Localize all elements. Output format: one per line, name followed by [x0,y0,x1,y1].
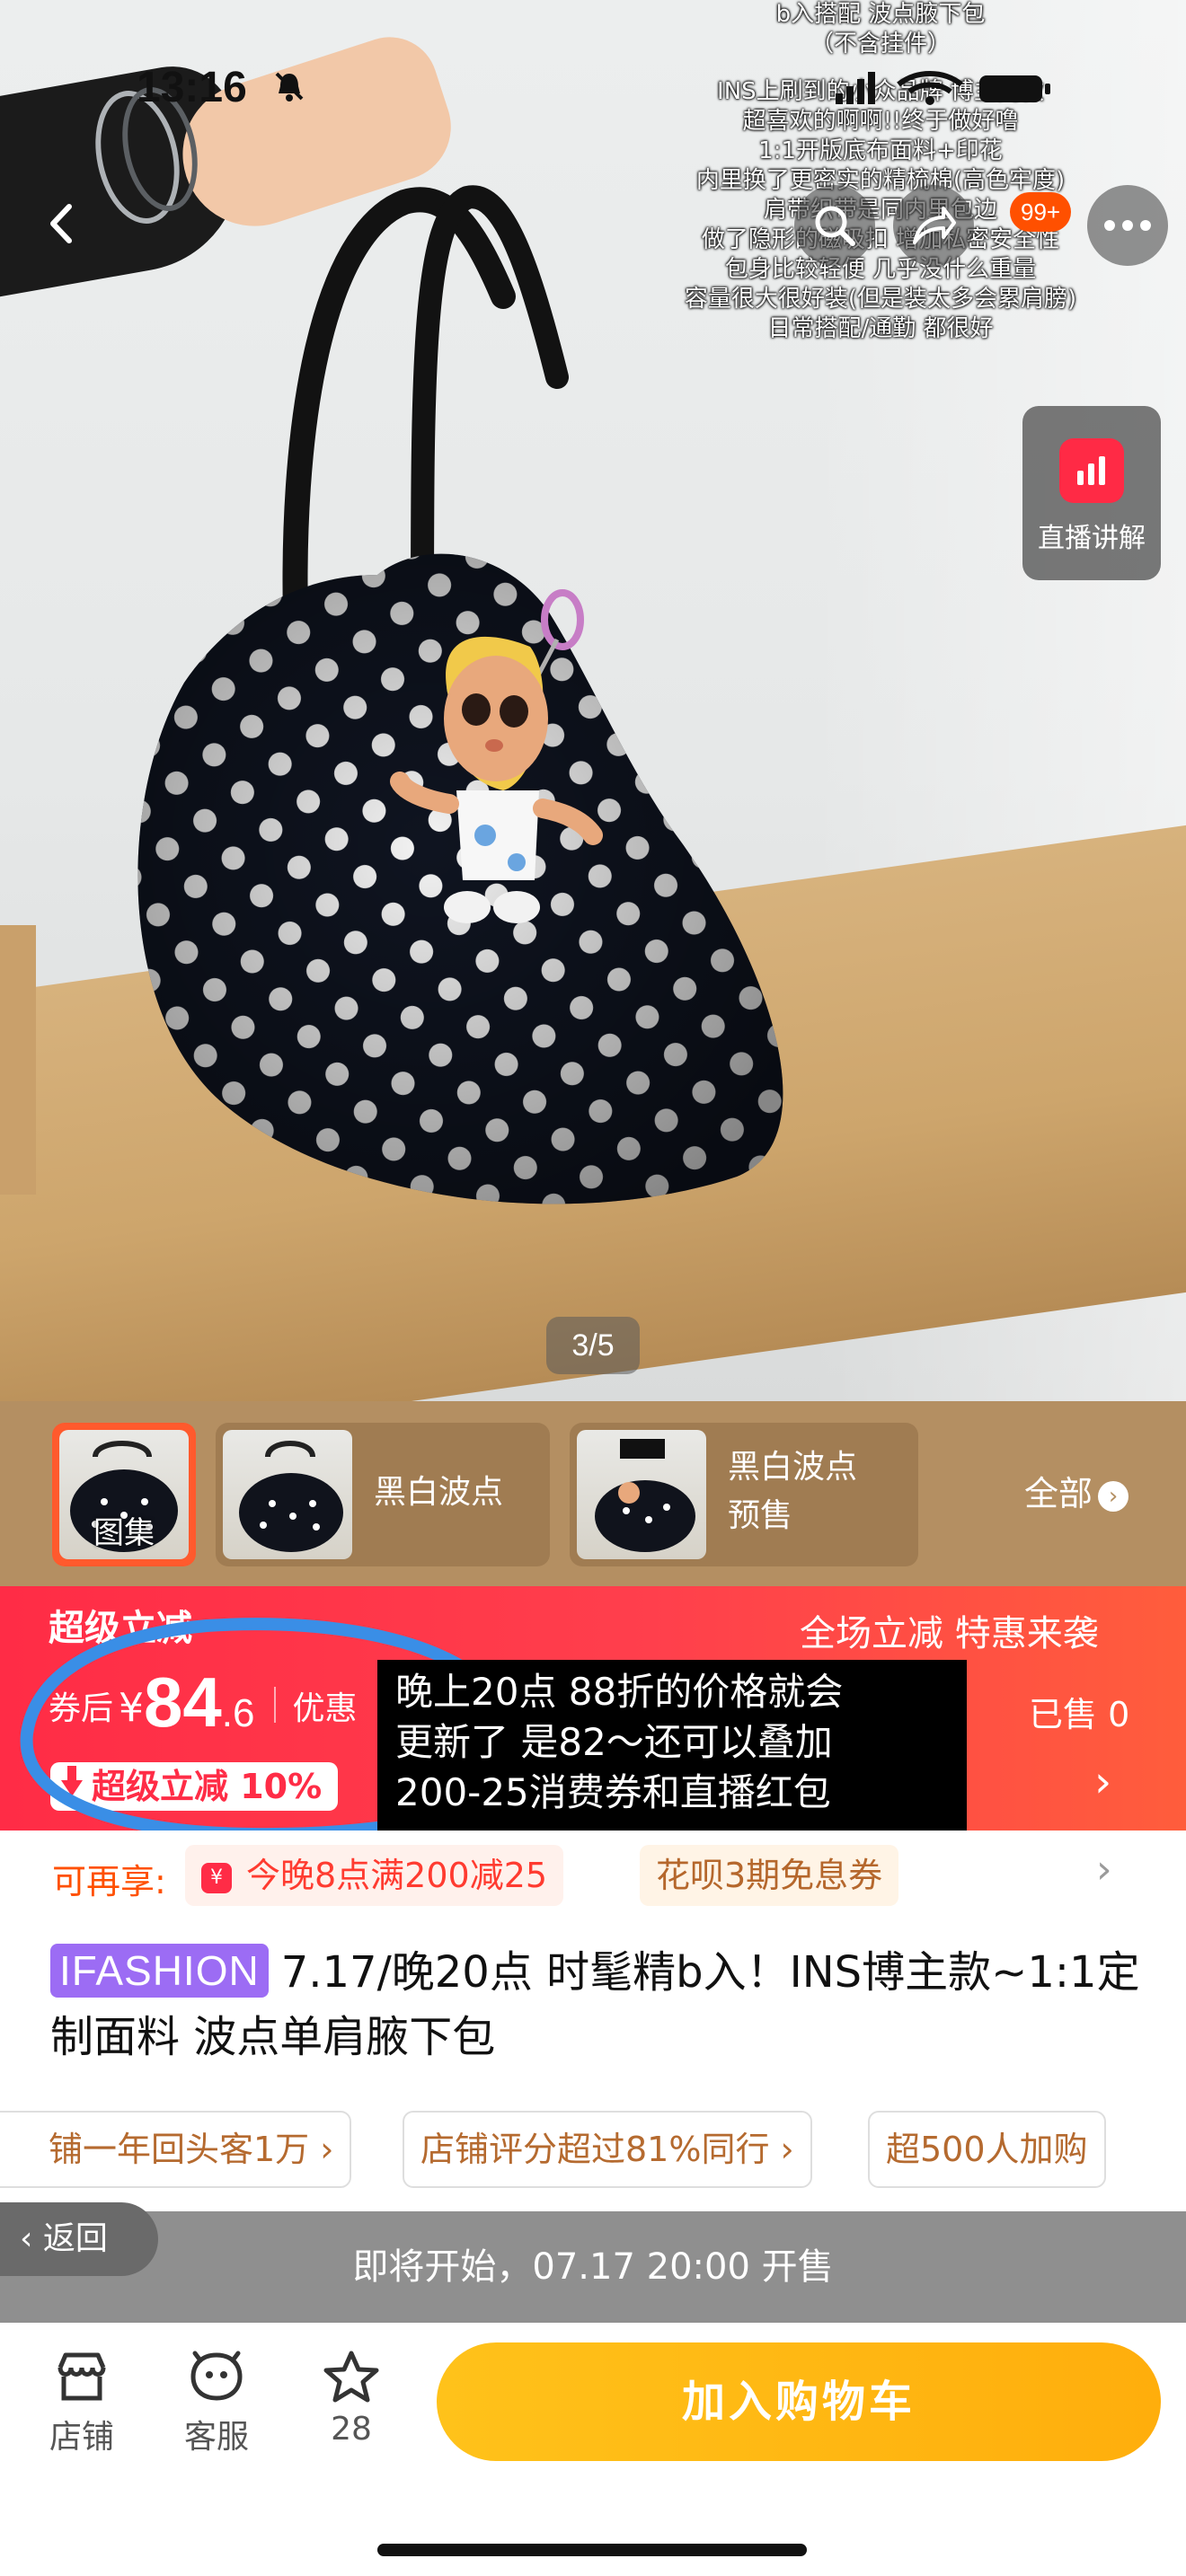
cart-count-badge: 99+ [1010,192,1072,232]
wifi-icon [897,71,963,105]
add-to-cart-button[interactable]: 加入购物车 [437,2342,1161,2461]
chevron-right-icon: › [1094,1757,1112,1807]
chip-repeat-customers[interactable]: 铺一年回头客1万 › [0,2111,352,2188]
live-chart-icon [1059,438,1124,503]
sku-option[interactable]: 黑白波点 预售 [570,1423,918,1566]
share-button[interactable] [893,185,974,266]
annotation-line: 200-25消费券和直播红包 [395,1770,831,1814]
sku-option-label: 黑白波点 [374,1474,504,1511]
chip-add-to-cart-count[interactable]: 超500人加购 [868,2111,1106,2188]
search-button[interactable] [794,185,875,266]
battery-icon [979,75,1050,102]
coupon-tonight[interactable]: ¥ 今晚8点满200减25 [185,1845,564,1906]
bell-mute-icon [275,72,304,101]
annotation-line: 晚上20点 88折的价格就会 [395,1670,844,1714]
customer-service-button[interactable]: 客服 [167,2350,266,2457]
coupon-huabei[interactable]: 花呗3期免息券 [640,1845,899,1906]
caption-line: 容量很大很好装(但是装太多会累肩膀) [684,286,1077,313]
caption-line: 包身比较轻便 几乎没什么重量 [724,256,1037,283]
share-icon [913,207,956,244]
chevron-right-icon: › [1098,1480,1129,1512]
more-dots-icon [1104,220,1151,231]
caption-line: 日常搭配/通勤 都很好 [767,315,994,342]
caption-line: （不含挂件） [810,31,951,57]
sku-option-sublabel: 预售 [728,1497,793,1534]
live-explain-label: 直播讲解 [1038,523,1146,554]
brand-tag: IFASHION [50,1944,269,1998]
thumb-gallery-label: 图集 [93,1515,155,1551]
back-button[interactable] [22,183,102,264]
coupon-icon: ¥ [201,1863,232,1893]
store-icon [58,2352,106,2401]
customer-service-label: 客服 [183,2419,249,2456]
sku-thumbnail-strip: 图集 黑白波点 黑白波点 预售 全部 › [0,1401,1186,1586]
return-button[interactable]: ‹ 返回 [0,2202,158,2276]
shop-highlight-chips: 铺一年回头客1万 › 店铺评分超过81%同行 › 超500人加购 [0,2111,1186,2192]
all-options-link[interactable]: 全部 › [1024,1469,1129,1518]
chevron-left-icon [50,204,72,243]
search-icon [815,206,855,246]
chip-label: 超500人加购 [886,2130,1088,2169]
coupon-row[interactable]: 可再享: ¥ 今晚8点满200减25 花呗3期免息券 › [0,1831,1186,1920]
bottom-action-bar: 店铺 客服 28 加入购物车 [0,2323,1186,2576]
promo-slogan: 全场立减 特惠来袭 [800,1613,1099,1654]
status-time: 13:16 [137,64,247,111]
live-explain-button[interactable]: 直播讲解 [1022,406,1161,580]
star-icon [323,2351,379,2403]
favorite-count: 28 [331,2411,372,2448]
favorite-button[interactable]: 28 [302,2350,401,2448]
sku-option[interactable]: 黑白波点 [216,1423,550,1566]
user-annotation-note: 晚上20点 88折的价格就会 更新了 是82～还可以叠加 200-25消费券和直… [377,1660,967,1845]
coupon-label: 今晚8点满200减25 [246,1856,548,1895]
signal-icon [836,72,875,104]
shop-label: 店铺 [49,2419,114,2456]
chip-shop-rating[interactable]: 店铺评分超过81%同行 › [403,2111,812,2188]
caption-line: 1:1开版底布面料+印花 [758,137,1003,164]
chat-face-icon [190,2351,243,2401]
chip-label: 铺一年回头客1万 [49,2130,310,2169]
sku-option-image [577,1430,706,1559]
caption-line: 超喜欢的啊啊!!终于做好噜 [742,108,1019,135]
extra-benefits-label: 可再享: [52,1862,166,1901]
home-indicator [377,2544,807,2556]
thumb-gallery-image: 图集 [59,1430,189,1559]
status-indicators [836,71,1050,105]
annotation-line: 更新了 是82～还可以叠加 [395,1720,833,1764]
thumb-gallery[interactable]: 图集 [52,1423,196,1566]
return-label: 返回 [42,2220,108,2257]
sku-option-label: 黑白波点 [728,1449,858,1486]
coupon-label: 花呗3期免息券 [656,1856,883,1895]
sold-count: 已售 0 [1029,1695,1130,1734]
image-page-indicator: 3/5 [546,1317,640,1374]
sale-countdown-bar: 即将开始，07.17 20:00 开售 [0,2211,1186,2323]
all-options-label: 全部 [1024,1474,1093,1513]
caption-line: b入搭配 波点腋下包 [775,1,986,28]
chip-label: 店铺评分超过81%同行 [420,2130,770,2169]
sku-option-image [223,1430,352,1559]
hero-caption: b入搭配 波点腋下包 （不含挂件） INS上刷到的小众品牌 博主同款 超喜欢的啊… [629,0,1132,344]
shop-button[interactable]: 店铺 [32,2350,131,2457]
caption-line: 内里换了更密实的精梳棉(高色牢度) [695,167,1066,194]
more-button[interactable] [1087,185,1168,266]
product-title: IFASHION 7.17/晚20点 时髦精b入！INS博主款~1:1定制面料 波… [50,1940,1146,2069]
product-image-carousel[interactable]: b入搭配 波点腋下包 （不含挂件） INS上刷到的小众品牌 博主同款 超喜欢的啊… [0,0,1186,1401]
chevron-right-icon: › [1096,1847,1112,1892]
